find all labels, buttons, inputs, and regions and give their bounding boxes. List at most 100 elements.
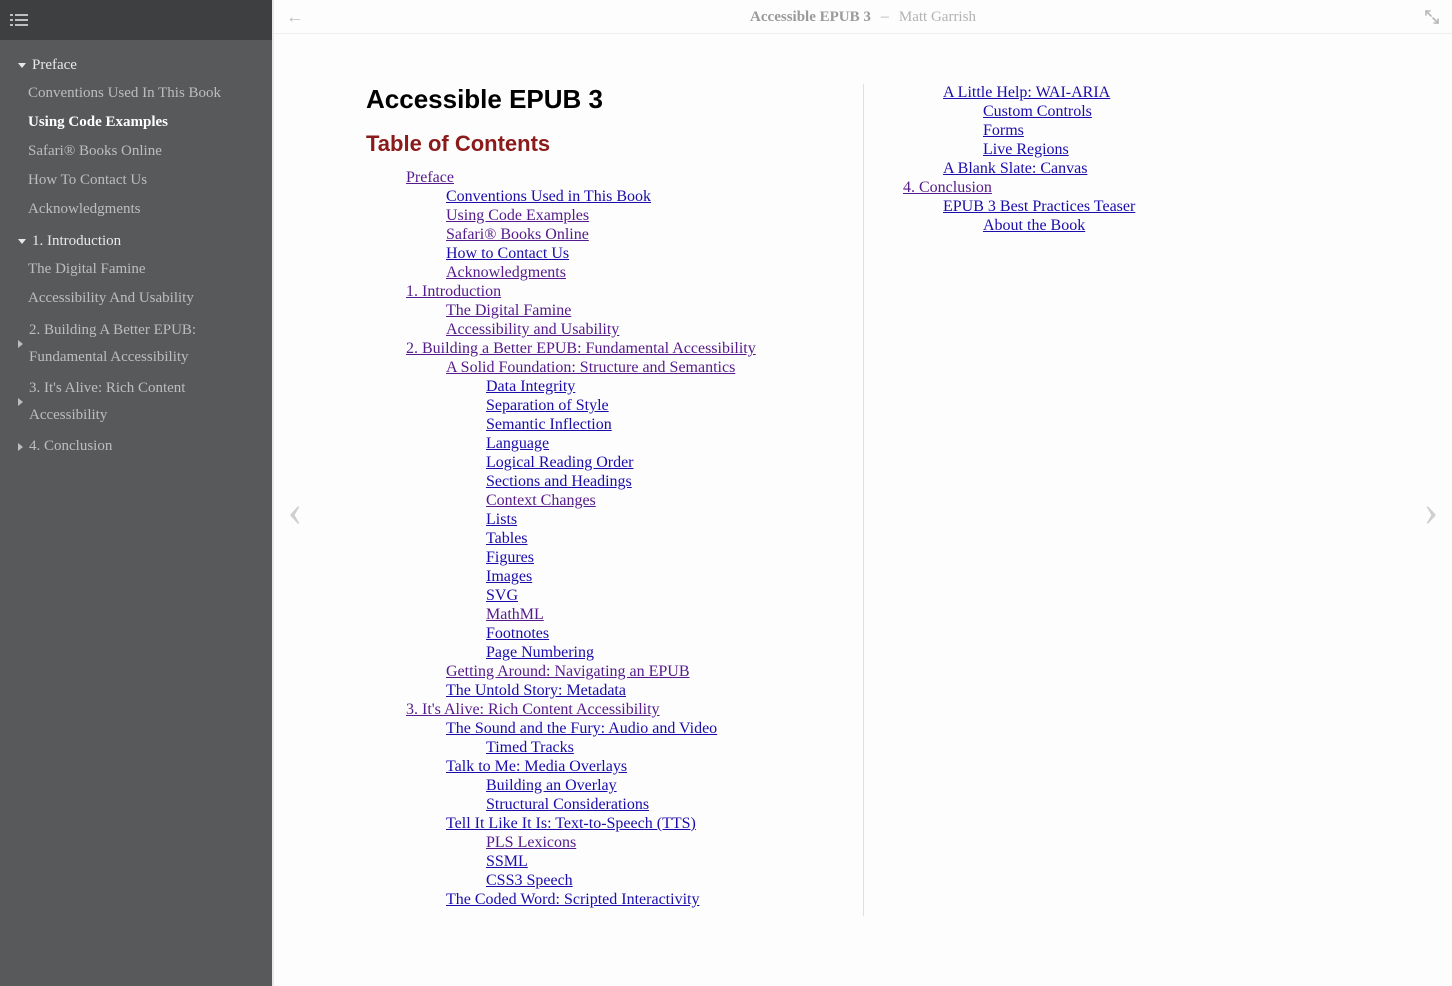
toc-item: About the Book [983,217,1360,235]
toc-item: Getting Around: Navigating an EPUB [446,663,863,681]
toc-link[interactable]: Tell It Like It Is: Text-to-Speech (TTS) [446,815,696,832]
toc-sublist: About the Book [943,217,1360,235]
toc-item: Separation of Style [486,397,863,415]
toc-link[interactable]: Context Changes [486,492,596,509]
toc-link[interactable]: 3. It's Alive: Rich Content Accessibilit… [406,701,660,718]
toc-item: Talk to Me: Media Overlays Building an Ov… [446,758,863,814]
toc-link[interactable]: Footnotes [486,625,549,642]
toc-item: The Untold Story: Metadata [446,682,863,700]
toc-icon[interactable] [10,13,28,27]
reader-pane: ← Accessible EPUB 3 – Matt Garrish ‹ Acc… [272,0,1452,986]
toc-item: CSS3 Speech [486,872,863,890]
toc-link[interactable]: CSS3 Speech [486,872,573,889]
toc-link[interactable]: Safari® Books Online [446,226,589,243]
toc-link[interactable]: Conventions Used in This Book [446,188,651,205]
toc-link[interactable]: About the Book [983,217,1085,234]
toc-item: Conventions Used in This Book [446,188,863,206]
prev-page-button[interactable]: ‹ [274,34,316,986]
toc-link[interactable]: Separation of Style [486,397,609,414]
toc-link[interactable]: Timed Tracks [486,739,574,756]
sidebar-section-header[interactable]: 4. Conclusion [18,433,266,460]
sidebar-item[interactable]: Safari® Books Online [28,137,266,166]
sidebar-nav: PrefaceConventions Used In This BookUsin… [0,40,272,476]
toc-item: The Coded Word: Scripted Interactivity [446,891,863,909]
toc-link[interactable]: SVG [486,587,518,604]
toc-link[interactable]: Logical Reading Order [486,454,634,471]
toc-link[interactable]: Images [486,568,532,585]
toc-link[interactable]: How to Contact Us [446,245,569,262]
toc-link[interactable]: The Digital Famine [446,302,571,319]
toc-item: 4. Conclusion EPUB 3 Best Practices Tease… [903,179,1360,235]
caret-right-icon [18,340,23,348]
sidebar-item[interactable]: How To Contact Us [28,166,266,195]
toc-link[interactable]: Building an Overlay [486,777,617,794]
caret-down-icon [18,239,26,244]
toc-link[interactable]: The Untold Story: Metadata [446,682,626,699]
sidebar-section-header[interactable]: 1. Introduction [18,228,266,255]
toc-link[interactable]: The Sound and the Fury: Audio and Video [446,720,717,737]
toc-list: Preface Conventions Used in This Book Usin… [366,84,1360,916]
toc-link[interactable]: SSML [486,853,528,870]
toc-link[interactable]: Custom Controls [983,103,1092,120]
sidebar-section-header[interactable]: 3. It's Alive: Rich Content Accessibilit… [18,375,266,429]
toc-item: Data Integrity [486,378,863,396]
toc-item: Forms [983,122,1360,140]
toc-link[interactable]: Semantic Inflection [486,416,612,433]
toc-link[interactable]: Preface [406,169,454,186]
caret-down-icon [18,63,26,68]
next-page-button[interactable]: › [1410,34,1452,986]
sidebar-topbar [0,0,272,40]
toc-link[interactable]: Tables [486,530,528,547]
sidebar-section-children: The Digital FamineAccessibility And Usab… [28,255,266,313]
toc-item: PLS Lexicons [486,834,863,852]
sidebar-item[interactable]: Accessibility And Usability [28,284,266,313]
toc-link[interactable]: A Little Help: WAI-ARIA [943,84,1110,101]
toc-link[interactable]: The Coded Word: Scripted Interactivity [446,891,699,908]
toc-link[interactable]: Lists [486,511,517,528]
toc-link[interactable]: Forms [983,122,1024,139]
toc-link[interactable]: 2. Building a Better EPUB: Fundamental A… [406,340,756,357]
toc-link[interactable]: Using Code Examples [446,207,589,224]
toc-link[interactable]: 4. Conclusion [903,179,992,196]
toc-link[interactable]: Getting Around: Navigating an EPUB [446,663,690,680]
page-area: ‹ Accessible EPUB 3 Table of Contents Pr… [274,34,1452,986]
toc-link[interactable]: Live Regions [983,141,1069,158]
toc-sublist: Building an Overlay Structural Considerat… [446,777,863,814]
toc-item: Structural Considerations [486,796,863,814]
toc-link[interactable]: Page Numbering [486,644,594,661]
sidebar-section: PrefaceConventions Used In This BookUsin… [18,52,266,224]
toc-link[interactable]: Structural Considerations [486,796,649,813]
toc-item: Images [486,568,863,586]
fullscreen-icon[interactable] [1424,9,1440,25]
toc-link[interactable]: Talk to Me: Media Overlays [446,758,627,775]
toc-item: 2. Building a Better EPUB: Fundamental A… [406,340,863,700]
toc-link[interactable]: PLS Lexicons [486,834,576,851]
toc-item: Accessibility and Usability [446,321,863,339]
toc-link[interactable]: Data Integrity [486,378,575,395]
toc-link[interactable]: A Blank Slate: Canvas [943,160,1087,177]
toc-link[interactable]: 1. Introduction [406,283,501,300]
sidebar-section-header[interactable]: 2. Building A Better EPUB: Fundamental A… [18,317,266,371]
toc-link[interactable]: Sections and Headings [486,473,632,490]
back-arrow-icon[interactable]: ← [286,6,304,27]
toc-link[interactable]: MathML [486,606,544,623]
toc-link[interactable]: EPUB 3 Best Practices Teaser [943,198,1135,215]
sidebar-item[interactable]: Using Code Examples [28,108,266,137]
sidebar-section-header[interactable]: Preface [18,52,266,79]
toc-link[interactable]: Accessibility and Usability [446,321,619,338]
sidebar-item[interactable]: Conventions Used In This Book [28,79,266,108]
sidebar-item[interactable]: Acknowledgments [28,195,266,224]
toc-link[interactable]: Figures [486,549,534,566]
sidebar-section-label: 1. Introduction [32,228,121,255]
toc-sublist: Timed Tracks [446,739,863,757]
toc-item: A Blank Slate: Canvas [943,160,1360,178]
sidebar-item[interactable]: The Digital Famine [28,255,266,284]
toc-link[interactable]: Acknowledgments [446,264,566,281]
toc-item: 1. Introduction The Digital Famine Accessi… [406,283,863,339]
toc-link[interactable]: Language [486,435,549,452]
toc-link[interactable]: A Solid Foundation: Structure and Semant… [446,359,735,376]
sidebar-section-label: 4. Conclusion [29,433,112,460]
toc-sublist: EPUB 3 Best Practices Teaser About the Bo… [903,198,1360,235]
book-author: Matt Garrish [899,9,976,26]
book-title: Accessible EPUB 3 [750,9,871,26]
